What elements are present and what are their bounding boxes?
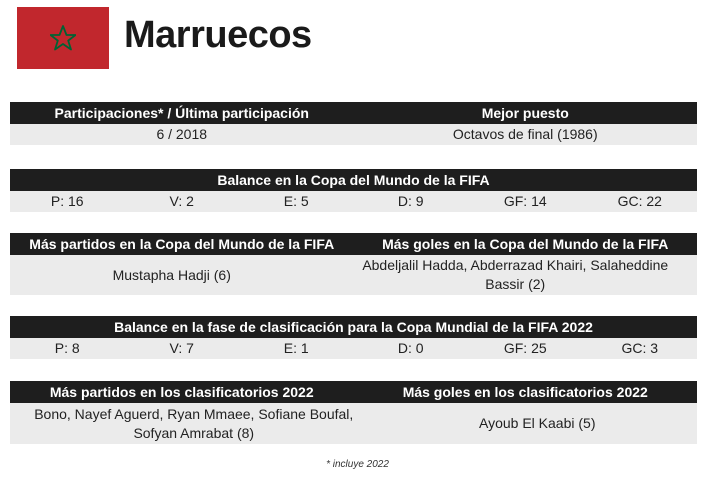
world-cup-records-section: Más partidos en la Copa del Mundo de la … (10, 233, 697, 295)
world-cup-balance-title: Balance en la Copa del Mundo de la FIFA (217, 172, 490, 188)
participation-header: Participaciones* / Última participación … (10, 102, 697, 124)
world-cup-records-row: Mustapha Hadji (6) Abdeljalil Hadda, Abd… (10, 255, 697, 295)
stat-lost: D: 0 (397, 340, 424, 356)
qualifiers-balance-title: Balance en la fase de clasificación para… (114, 319, 593, 335)
most-matches-label: Más partidos en la Copa del Mundo de la … (29, 236, 335, 252)
stat-won: V: 7 (169, 340, 194, 356)
participations-label: Participaciones* / Última participación (54, 105, 309, 121)
best-position-value: Octavos de final (1986) (452, 126, 598, 142)
qualifiers-balance-header: Balance en la fase de clasificación para… (10, 316, 697, 338)
qualifiers-balance-row: P: 8 V: 7 E: 1 D: 0 GF: 25 GC: 3 (10, 338, 697, 359)
stat-goals-against: GC: 22 (617, 193, 662, 209)
qualifiers-most-goals-label: Más goles en los clasificatorios 2022 (402, 384, 648, 400)
best-position-label: Mejor puesto (481, 105, 569, 121)
most-matches-value: Mustapha Hadji (6) (112, 266, 231, 283)
star-icon (50, 25, 76, 51)
qualifiers-records-row: Bono, Nayef Aguerd, Ryan Mmaee, Sofiane … (10, 403, 697, 444)
page-header: Marruecos (0, 0, 715, 90)
most-goals-label: Más goles en la Copa del Mundo de la FIF… (382, 236, 669, 252)
qualifiers-most-matches-value: Bono, Nayef Aguerd, Ryan Mmaee, Sofiane … (34, 405, 354, 441)
stat-goals-for: GF: 14 (503, 193, 547, 209)
world-cup-balance-header: Balance en la Copa del Mundo de la FIFA (10, 169, 697, 191)
stat-goals-against: GC: 3 (621, 340, 659, 356)
participation-section: Participaciones* / Última participación … (10, 102, 697, 145)
stat-won: V: 2 (169, 193, 194, 209)
qualifiers-most-goals-value: Ayoub El Kaabi (5) (479, 415, 596, 431)
morocco-flag-icon (17, 7, 109, 69)
stat-played: P: 16 (50, 193, 84, 209)
stat-lost: D: 9 (397, 193, 424, 209)
footnote: * incluye 2022 (326, 459, 389, 470)
country-title: Marruecos (124, 14, 312, 56)
qualifiers-records-header: Más partidos en los clasificatorios 2022… (10, 381, 697, 403)
stat-played: P: 8 (54, 340, 80, 356)
qualifiers-balance-section: Balance en la fase de clasificación para… (10, 316, 697, 359)
stat-goals-for: GF: 25 (503, 340, 547, 356)
participations-value: 6 / 2018 (156, 126, 208, 142)
most-goals-value: Abdeljalil Hadda, Abderrazad Khairi, Sal… (362, 257, 669, 292)
qualifiers-records-section: Más partidos en los clasificatorios 2022… (10, 381, 697, 444)
participation-row: 6 / 2018 Octavos de final (1986) (10, 124, 697, 145)
stat-drawn: E: 1 (283, 340, 309, 356)
world-cup-balance-section: Balance en la Copa del Mundo de la FIFA … (10, 169, 697, 212)
stat-drawn: E: 5 (283, 193, 309, 209)
qualifiers-most-matches-label: Más partidos en los clasificatorios 2022 (49, 384, 314, 400)
world-cup-records-header: Más partidos en la Copa del Mundo de la … (10, 233, 697, 255)
world-cup-balance-row: P: 16 V: 2 E: 5 D: 9 GF: 14 GC: 22 (10, 191, 697, 212)
